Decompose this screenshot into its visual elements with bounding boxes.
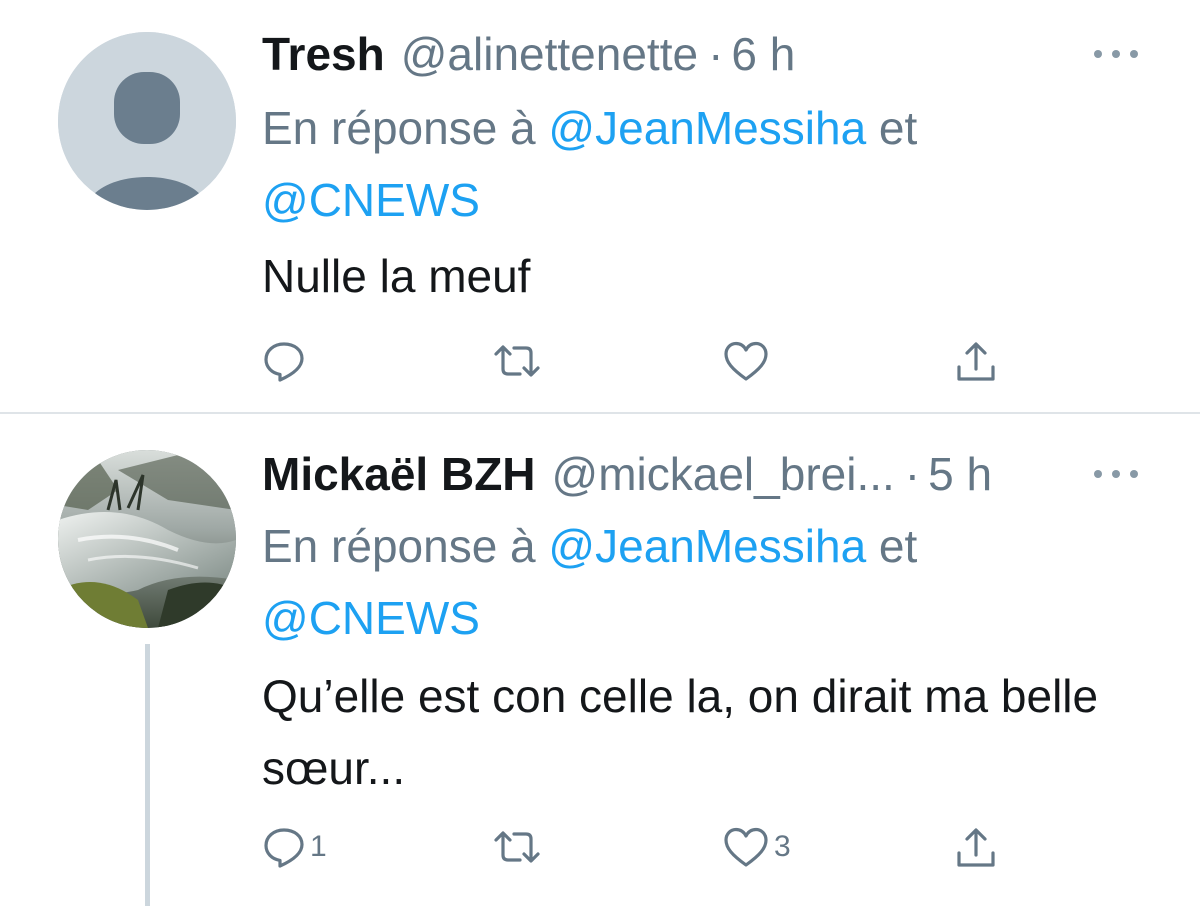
avatar[interactable] bbox=[58, 450, 236, 628]
share-icon bbox=[957, 828, 995, 867]
thread-line bbox=[145, 644, 150, 906]
more-icon[interactable] bbox=[1094, 468, 1138, 480]
separator-dot: · bbox=[904, 448, 921, 500]
reply-joiner: et bbox=[866, 102, 918, 154]
reply-prefix: En réponse à bbox=[262, 520, 549, 572]
separator-dot: · bbox=[708, 28, 724, 80]
tweet-text: Nulle la meuf bbox=[262, 250, 531, 302]
share-button[interactable] bbox=[954, 822, 998, 872]
retweet-icon bbox=[494, 345, 540, 377]
reply-icon bbox=[264, 828, 304, 868]
retweet-button[interactable] bbox=[492, 822, 542, 872]
share-icon bbox=[957, 342, 995, 381]
mention-link[interactable]: @JeanMessiha bbox=[548, 520, 866, 572]
share-button[interactable] bbox=[954, 336, 998, 386]
reply-context: En réponse à @JeanMessiha et @CNEWS bbox=[262, 510, 1122, 654]
more-icon[interactable] bbox=[1094, 48, 1138, 60]
like-button[interactable] bbox=[722, 336, 774, 386]
reply-context: En réponse à @JeanMessiha et @CNEWS bbox=[262, 92, 1122, 236]
retweet-icon bbox=[494, 831, 540, 863]
reply-count: 1 bbox=[310, 830, 327, 863]
tweet[interactable]: Mickaël BZH @mickael_brei... · 5 h En ré… bbox=[0, 414, 1200, 906]
display-name[interactable]: Mickaël BZH bbox=[262, 451, 536, 497]
reply-button[interactable] bbox=[262, 336, 310, 386]
tweet-actions: 1 3 bbox=[262, 822, 1022, 872]
heart-icon bbox=[724, 341, 768, 381]
tweet[interactable]: Tresh @alinettenette · 6 h En réponse à … bbox=[0, 0, 1200, 412]
landscape-photo-avatar bbox=[58, 450, 236, 628]
default-avatar-icon bbox=[58, 32, 236, 210]
mention-link[interactable]: @CNEWS bbox=[262, 592, 480, 644]
heart-icon bbox=[724, 827, 768, 867]
tweet-header: Tresh @alinettenette · 6 h bbox=[262, 14, 795, 94]
tweet-actions bbox=[262, 336, 1022, 386]
user-handle[interactable]: @alinettenette bbox=[401, 31, 698, 77]
like-count: 3 bbox=[774, 830, 791, 863]
mention-link[interactable]: @CNEWS bbox=[262, 174, 480, 226]
avatar[interactable] bbox=[58, 32, 236, 210]
tweet-header: Mickaël BZH @mickael_brei... · 5 h bbox=[262, 434, 992, 514]
retweet-button[interactable] bbox=[492, 336, 542, 386]
reply-prefix: En réponse à bbox=[262, 102, 549, 154]
display-name[interactable]: Tresh bbox=[262, 31, 385, 77]
reply-icon bbox=[264, 342, 304, 382]
user-handle[interactable]: @mickael_brei... bbox=[552, 451, 895, 497]
reply-button[interactable]: 1 bbox=[262, 822, 327, 872]
tweet-text: Qu’elle est con celle la, on dirait ma b… bbox=[262, 670, 1099, 794]
reply-joiner: et bbox=[866, 520, 918, 572]
like-button[interactable]: 3 bbox=[722, 822, 791, 872]
timestamp[interactable]: 6 h bbox=[731, 31, 795, 77]
timestamp[interactable]: 5 h bbox=[928, 451, 992, 497]
mention-link[interactable]: @JeanMessiha bbox=[548, 102, 866, 154]
